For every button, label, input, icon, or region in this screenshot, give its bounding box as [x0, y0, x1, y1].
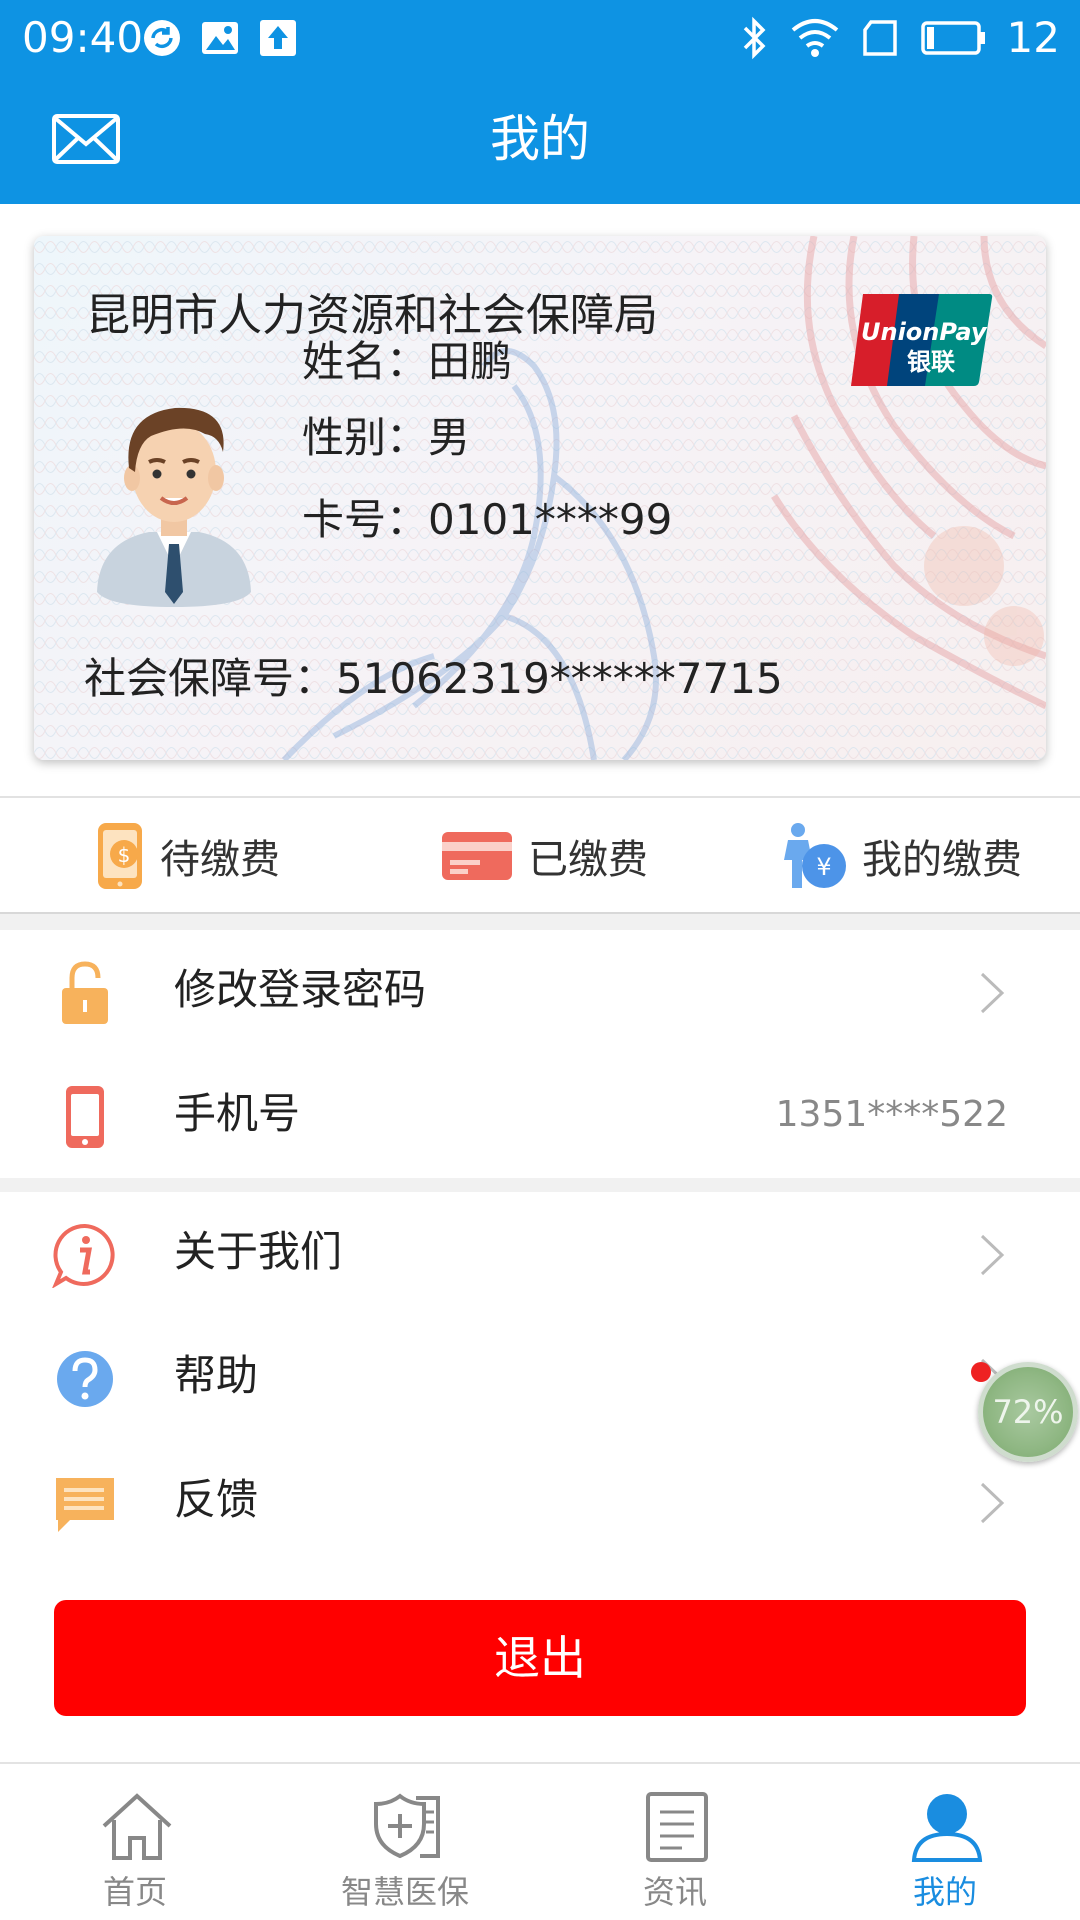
card-gender-row: 性别：男: [302, 410, 470, 466]
tab-smart-medical-label: 智慧医保: [340, 1873, 469, 1911]
pending-fee-button[interactable]: $ 待缴费: [94, 818, 280, 894]
card-ssn-value: 51062319******7715: [336, 654, 783, 703]
tab-mine-label: 我的: [912, 1873, 977, 1911]
battery-level: 12: [1006, 13, 1060, 62]
home-icon: [102, 1793, 172, 1860]
card-name-value: 田鹏: [428, 337, 513, 386]
lock-icon: [62, 961, 108, 1024]
feedback-icon: [56, 1478, 114, 1532]
avatar: [97, 407, 251, 607]
paid-fee-button[interactable]: 已缴费: [440, 818, 648, 894]
image-icon: [202, 22, 238, 54]
chevron-right-icon: [980, 1482, 1005, 1524]
card-gender-value: 男: [428, 413, 471, 462]
tab-smart-medical[interactable]: 智慧医保: [270, 1764, 540, 1920]
my-fee-button[interactable]: ¥ 我的缴费: [782, 818, 1022, 894]
status-time: 09:40: [22, 13, 144, 62]
phone-coin-icon: $: [98, 823, 142, 889]
notification-dot: [971, 1362, 991, 1382]
svg-text:$: $: [118, 843, 131, 867]
card-gender-label: 性别：: [302, 413, 429, 462]
unionpay-logo: UnionPay 银联: [851, 294, 993, 386]
unionpay-text: UnionPay: [861, 318, 988, 346]
user-icon: [911, 1794, 983, 1862]
fee-shortcuts: $ 待缴费 已缴费 ¥ 我的缴费: [0, 796, 1080, 914]
pending-fee-label: 待缴费: [160, 837, 280, 883]
my-fee-label: 我的缴费: [862, 837, 1022, 883]
feedback-label: 反馈: [174, 1475, 259, 1524]
help-label: 帮助: [174, 1351, 259, 1400]
mobile-icon: [66, 1086, 104, 1148]
card-number-row: 卡号：0101****99: [302, 492, 672, 548]
help-row[interactable]: 帮助: [0, 1316, 1080, 1440]
phone-number-row[interactable]: 手机号 1351****522: [0, 1054, 1080, 1178]
sim-icon: [862, 20, 897, 56]
chevron-right-icon: [980, 1234, 1005, 1276]
unionpay-cn-text: 银联: [907, 348, 955, 376]
card-number-value: 0101****99: [428, 495, 673, 544]
status-icons-right: 12: [741, 12, 1060, 64]
tab-news-label: 资讯: [642, 1873, 707, 1911]
status-icons-left: [142, 18, 298, 58]
info-icon: [52, 1223, 115, 1288]
about-us-row[interactable]: 关于我们: [0, 1192, 1080, 1316]
page-title: 我的: [490, 110, 590, 168]
phone-number-value: 1351****522: [775, 1094, 1008, 1135]
sync-icon: [144, 20, 180, 56]
social-security-card[interactable]: 昆明市人力资源和社会保障局 UnionPay 银联 姓名：田鹏 性别：男 卡号：…: [34, 236, 1046, 760]
tab-news[interactable]: 资讯: [540, 1764, 810, 1920]
upload-icon: [260, 20, 296, 56]
change-password-label: 修改登录密码: [174, 965, 427, 1014]
feedback-row[interactable]: 反馈: [0, 1440, 1080, 1564]
tab-home-label: 首页: [102, 1873, 167, 1911]
paid-fee-label: 已缴费: [528, 837, 648, 883]
svg-text:¥: ¥: [816, 853, 831, 881]
card-ssn-label: 社会保障号：: [84, 654, 337, 703]
wifi-icon: [791, 19, 838, 57]
medical-shield-icon: [374, 1793, 440, 1859]
credit-card-icon: [442, 832, 512, 880]
section-divider: [0, 1178, 1080, 1192]
card-ssn-row: 社会保障号：51062319******7715: [84, 650, 783, 708]
bluetooth-icon: [743, 16, 766, 60]
about-us-label: 关于我们: [174, 1227, 343, 1276]
battery-icon: [920, 21, 985, 55]
section-divider: [0, 914, 1080, 930]
floating-assistant-badge[interactable]: 72%: [978, 1362, 1078, 1462]
bottom-navigation: 首页 智慧医保 资讯 我的: [0, 1762, 1080, 1920]
chevron-right-icon: [980, 972, 1005, 1014]
app-header: 我的: [0, 78, 1080, 204]
yen-person-icon: ¥: [784, 823, 846, 888]
card-number-label: 卡号：: [302, 495, 429, 544]
tab-home[interactable]: 首页: [0, 1764, 270, 1920]
logout-button[interactable]: 退出: [54, 1600, 1026, 1716]
phone-number-label: 手机号: [174, 1089, 301, 1138]
card-name-row: 姓名：田鹏: [302, 334, 512, 390]
change-password-row[interactable]: 修改登录密码: [0, 930, 1080, 1054]
card-name-label: 姓名：: [302, 337, 429, 386]
tab-mine[interactable]: 我的: [810, 1764, 1080, 1920]
status-bar: 09:40 12: [0, 0, 1080, 78]
news-icon: [646, 1792, 708, 1862]
help-icon: [57, 1351, 113, 1407]
